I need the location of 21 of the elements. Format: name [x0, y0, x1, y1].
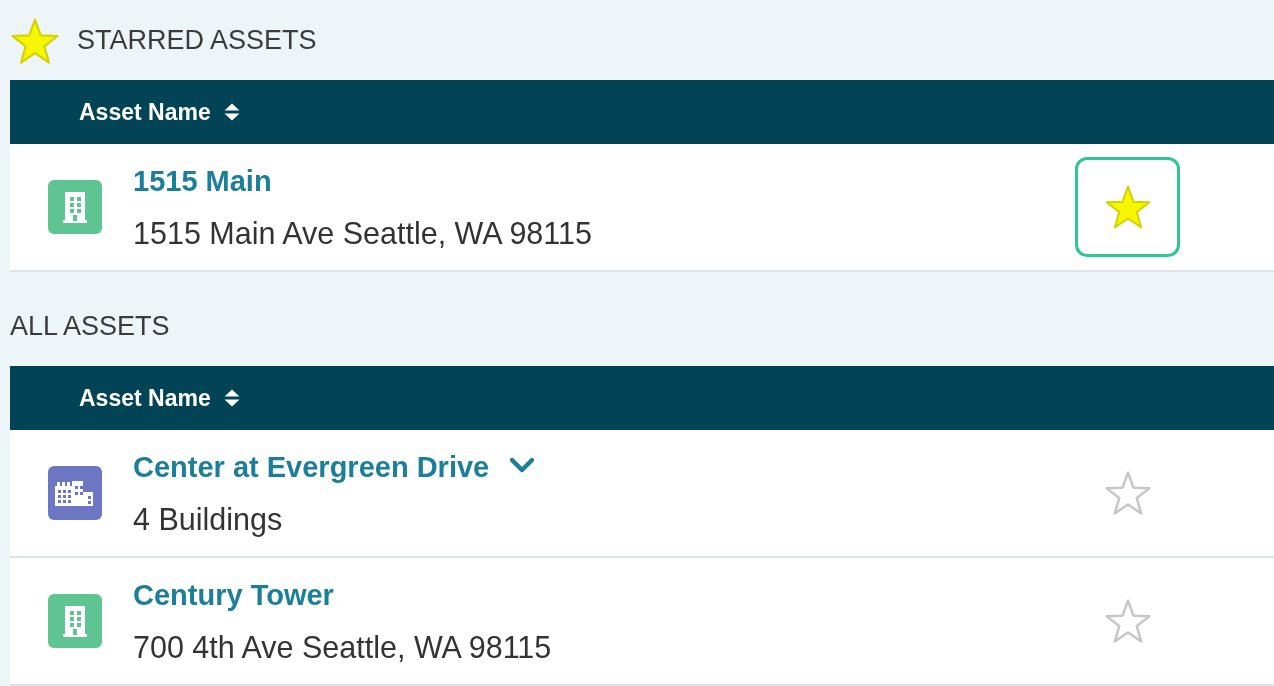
star-button[interactable] — [1104, 599, 1151, 643]
expand-toggle[interactable] — [510, 457, 535, 473]
sort-header-button[interactable]: Asset Name — [79, 97, 240, 127]
asset-address: 700 4th Ave Seattle, WA 98115 — [133, 629, 552, 666]
building-icon — [48, 594, 102, 648]
asset-address: 4 Buildings — [133, 501, 284, 539]
asset-name-link[interactable]: Center at Evergreen Drive — [133, 449, 490, 485]
sort-icon — [223, 103, 240, 121]
asset-name-link[interactable]: 1515 Main — [133, 163, 272, 199]
sort-header-button[interactable]: Asset Name — [79, 383, 240, 413]
asset-name-link[interactable]: Century Tower — [133, 577, 334, 613]
asset-address: 1515 Main Ave Seattle, WA 98115 — [133, 215, 592, 252]
star-button[interactable] — [1075, 157, 1180, 257]
star-filled-icon — [10, 18, 60, 64]
section-heading: STARRED ASSETS — [77, 24, 317, 57]
chevron-icon — [510, 457, 535, 473]
sort-icon — [223, 389, 240, 407]
building-icon — [48, 180, 102, 234]
star-button[interactable] — [1104, 471, 1151, 515]
section-heading: ALL ASSETS — [10, 310, 170, 343]
buildings-icon — [48, 466, 102, 520]
